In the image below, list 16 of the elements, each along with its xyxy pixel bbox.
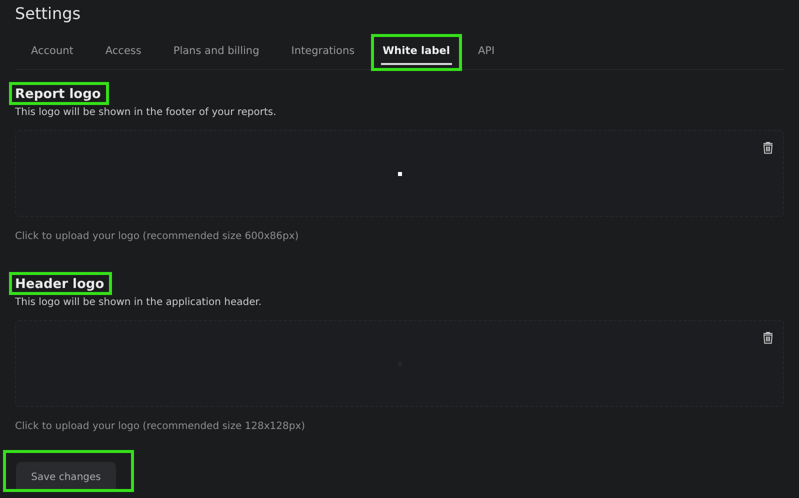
tab[interactable]: Access xyxy=(103,40,144,64)
save-button[interactable]: Save changes xyxy=(16,462,116,492)
upload-hint: Click to upload your logo (recommended size 128x128px) xyxy=(15,421,306,432)
trash-icon[interactable] xyxy=(763,142,773,154)
section-description: This logo will be shown in the application header. xyxy=(15,297,263,308)
tab[interactable]: Account xyxy=(29,40,76,64)
tab[interactable]: Integrations xyxy=(289,40,357,64)
page-title: Settings xyxy=(15,4,82,23)
section-heading: Header logo xyxy=(15,277,104,292)
section-heading: Report logo xyxy=(15,87,101,102)
trash-icon[interactable] xyxy=(763,332,773,344)
tab[interactable]: Plans and billing xyxy=(171,40,262,64)
tab[interactable]: API xyxy=(476,40,497,64)
section-description: This logo will be shown in the footer of your reports. xyxy=(15,107,278,118)
upload-hint: Click to upload your logo (recommended size 600x86px) xyxy=(15,231,300,242)
tab[interactable]: White label xyxy=(380,40,452,64)
